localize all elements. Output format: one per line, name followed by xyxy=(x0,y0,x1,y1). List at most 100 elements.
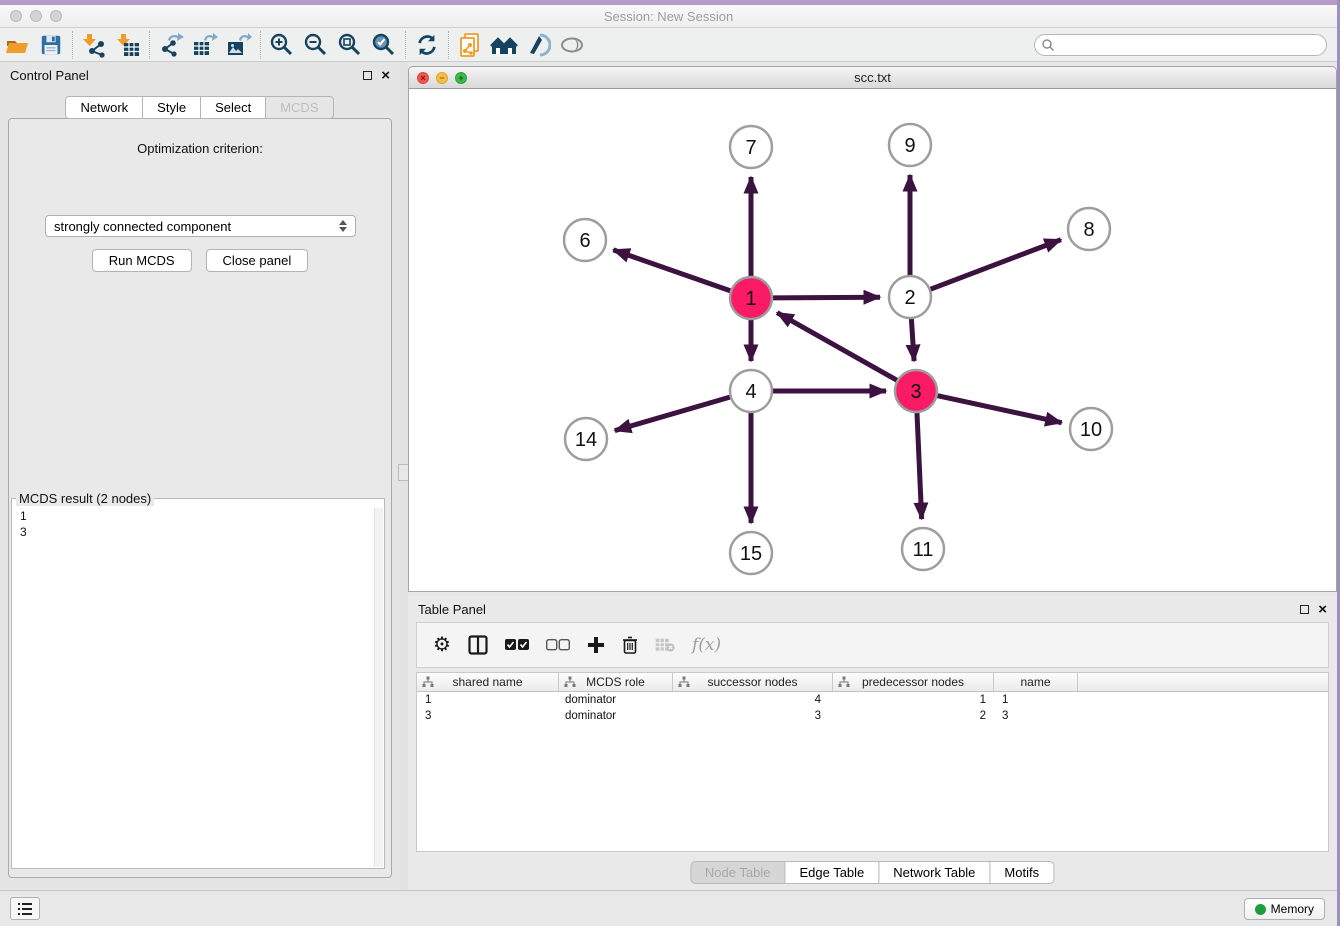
graph-edge-2-3[interactable] xyxy=(911,319,914,361)
tab-network[interactable]: Network xyxy=(65,96,143,119)
graph-edge-3-11[interactable] xyxy=(917,413,922,519)
deselect-all-button[interactable] xyxy=(546,639,570,651)
graph-node-label: 15 xyxy=(740,543,762,565)
home-networks-button[interactable] xyxy=(487,30,521,60)
criterion-dropdown[interactable]: strongly connected component xyxy=(45,215,356,237)
column-header-name[interactable]: name xyxy=(994,673,1078,691)
import-table-button[interactable] xyxy=(111,30,145,60)
delete-column-button[interactable] xyxy=(622,636,638,654)
graph-node-label: 6 xyxy=(579,230,590,252)
zoom-selected-button[interactable] xyxy=(367,30,401,60)
table-cell[interactable]: 3 xyxy=(417,710,559,722)
graph-node-label: 8 xyxy=(1083,219,1094,241)
table-cell[interactable]: 4 xyxy=(673,694,833,706)
tab-node-table[interactable]: Node Table xyxy=(690,861,786,884)
select-all-button[interactable] xyxy=(505,639,529,651)
search-input[interactable] xyxy=(1055,36,1326,54)
apply-style-button[interactable] xyxy=(521,30,555,60)
tab-select[interactable]: Select xyxy=(200,96,266,119)
network-graph[interactable]: 1234678910111415 xyxy=(409,89,1336,591)
panel-layout-button[interactable] xyxy=(468,635,488,655)
mcds-result-scrollbar[interactable] xyxy=(374,508,383,867)
checked-boxes-icon xyxy=(505,639,529,651)
save-session-button[interactable] xyxy=(34,30,68,60)
graph-node-label: 3 xyxy=(910,381,921,403)
new-network-file-button[interactable] xyxy=(453,30,487,60)
trash-icon xyxy=(622,636,638,654)
table-cell[interactable]: 1 xyxy=(833,694,994,706)
refresh-button[interactable] xyxy=(410,30,444,60)
graph-edge-4-14[interactable] xyxy=(615,397,730,430)
tab-edge-table[interactable]: Edge Table xyxy=(784,861,879,884)
zoom-out-icon xyxy=(303,32,329,58)
graph-edge-1-2[interactable] xyxy=(773,297,880,298)
tab-network-table[interactable]: Network Table xyxy=(878,861,990,884)
zoom-in-button[interactable] xyxy=(265,30,299,60)
graph-edge-3-1[interactable] xyxy=(777,313,897,380)
run-mcds-button[interactable]: Run MCDS xyxy=(92,249,192,272)
table-row[interactable]: 1dominator411 xyxy=(417,692,1328,708)
graph-edge-3-10[interactable] xyxy=(937,396,1061,423)
memory-button[interactable]: Memory xyxy=(1244,898,1325,920)
graph-edge-1-6[interactable] xyxy=(613,250,730,291)
table-cell[interactable]: 1 xyxy=(994,694,1078,706)
tab-motifs[interactable]: Motifs xyxy=(989,861,1054,884)
float-table-panel-icon[interactable] xyxy=(1300,605,1309,614)
graph-node-label: 10 xyxy=(1080,419,1102,441)
table-cell[interactable]: dominator xyxy=(559,694,673,706)
add-column-button[interactable] xyxy=(587,636,605,654)
refresh-icon xyxy=(415,33,439,57)
column-header-shared-name[interactable]: shared name xyxy=(417,673,559,691)
session-title: Session: New Session xyxy=(0,9,1337,24)
graph-node-label: 4 xyxy=(745,381,756,403)
table-cell[interactable]: 3 xyxy=(673,710,833,722)
table-panel: Table Panel × ⚙ xyxy=(408,596,1337,890)
close-panel-button[interactable]: Close panel xyxy=(206,249,309,272)
zoom-out-button[interactable] xyxy=(299,30,333,60)
graph-edge-2-8[interactable] xyxy=(931,240,1061,290)
table-cell[interactable]: 3 xyxy=(994,710,1078,722)
column-header-successor-nodes[interactable]: successor nodes xyxy=(673,673,833,691)
status-bar: Memory xyxy=(0,890,1337,926)
float-panel-icon[interactable] xyxy=(363,71,372,80)
panel-splitter[interactable] xyxy=(400,62,408,890)
network-window: × − + scc.txt 1234678910111415 xyxy=(408,66,1337,592)
export-table-button[interactable] xyxy=(188,30,222,60)
network-canvas[interactable]: 1234678910111415 xyxy=(409,89,1336,591)
tab-mcds[interactable]: MCDS xyxy=(265,96,333,119)
tab-style[interactable]: Style xyxy=(142,96,201,119)
close-table-panel-icon[interactable]: × xyxy=(1318,602,1327,617)
mcds-result-line: 1 xyxy=(20,508,384,524)
delete-table-icon xyxy=(655,638,675,652)
table-tabs: Node Table Edge Table Network Table Moti… xyxy=(691,861,1054,884)
sitemap-icon xyxy=(678,676,690,688)
network-window-titlebar: × − + scc.txt xyxy=(409,67,1336,89)
control-panel-title: Control Panel xyxy=(10,68,89,83)
toolbar-search[interactable] xyxy=(1034,34,1327,56)
table-cell[interactable]: 2 xyxy=(833,710,994,722)
export-network-button[interactable] xyxy=(154,30,188,60)
import-network-button[interactable] xyxy=(77,30,111,60)
table-cell[interactable]: dominator xyxy=(559,710,673,722)
export-image-button[interactable] xyxy=(222,30,256,60)
toolbar-separator xyxy=(260,31,261,59)
graph-node-label: 7 xyxy=(745,137,756,159)
task-history-button[interactable] xyxy=(10,897,40,920)
export-table-icon xyxy=(192,32,218,58)
import-table-icon xyxy=(115,32,141,58)
mcds-result-box: MCDS result (2 nodes) 13 xyxy=(11,491,385,869)
fx-icon: f(x) xyxy=(692,635,721,655)
import-network-icon xyxy=(81,32,107,58)
graph-node-label: 11 xyxy=(913,539,934,561)
column-header-mcds-role[interactable]: MCDS role xyxy=(559,673,673,691)
close-panel-icon[interactable]: × xyxy=(381,68,390,83)
column-settings-button[interactable]: ⚙ xyxy=(433,635,451,655)
node-table-header: shared name MCDS role successor nodes pr… xyxy=(417,673,1328,692)
table-row[interactable]: 3dominator323 xyxy=(417,708,1328,724)
mcds-result-title: MCDS result (2 nodes) xyxy=(16,491,154,506)
zoom-fit-button[interactable] xyxy=(333,30,367,60)
column-header-predecessor-nodes[interactable]: predecessor nodes xyxy=(833,673,994,691)
show-hide-button[interactable] xyxy=(555,30,589,60)
open-session-button[interactable] xyxy=(0,30,34,60)
table-cell[interactable]: 1 xyxy=(417,694,559,706)
